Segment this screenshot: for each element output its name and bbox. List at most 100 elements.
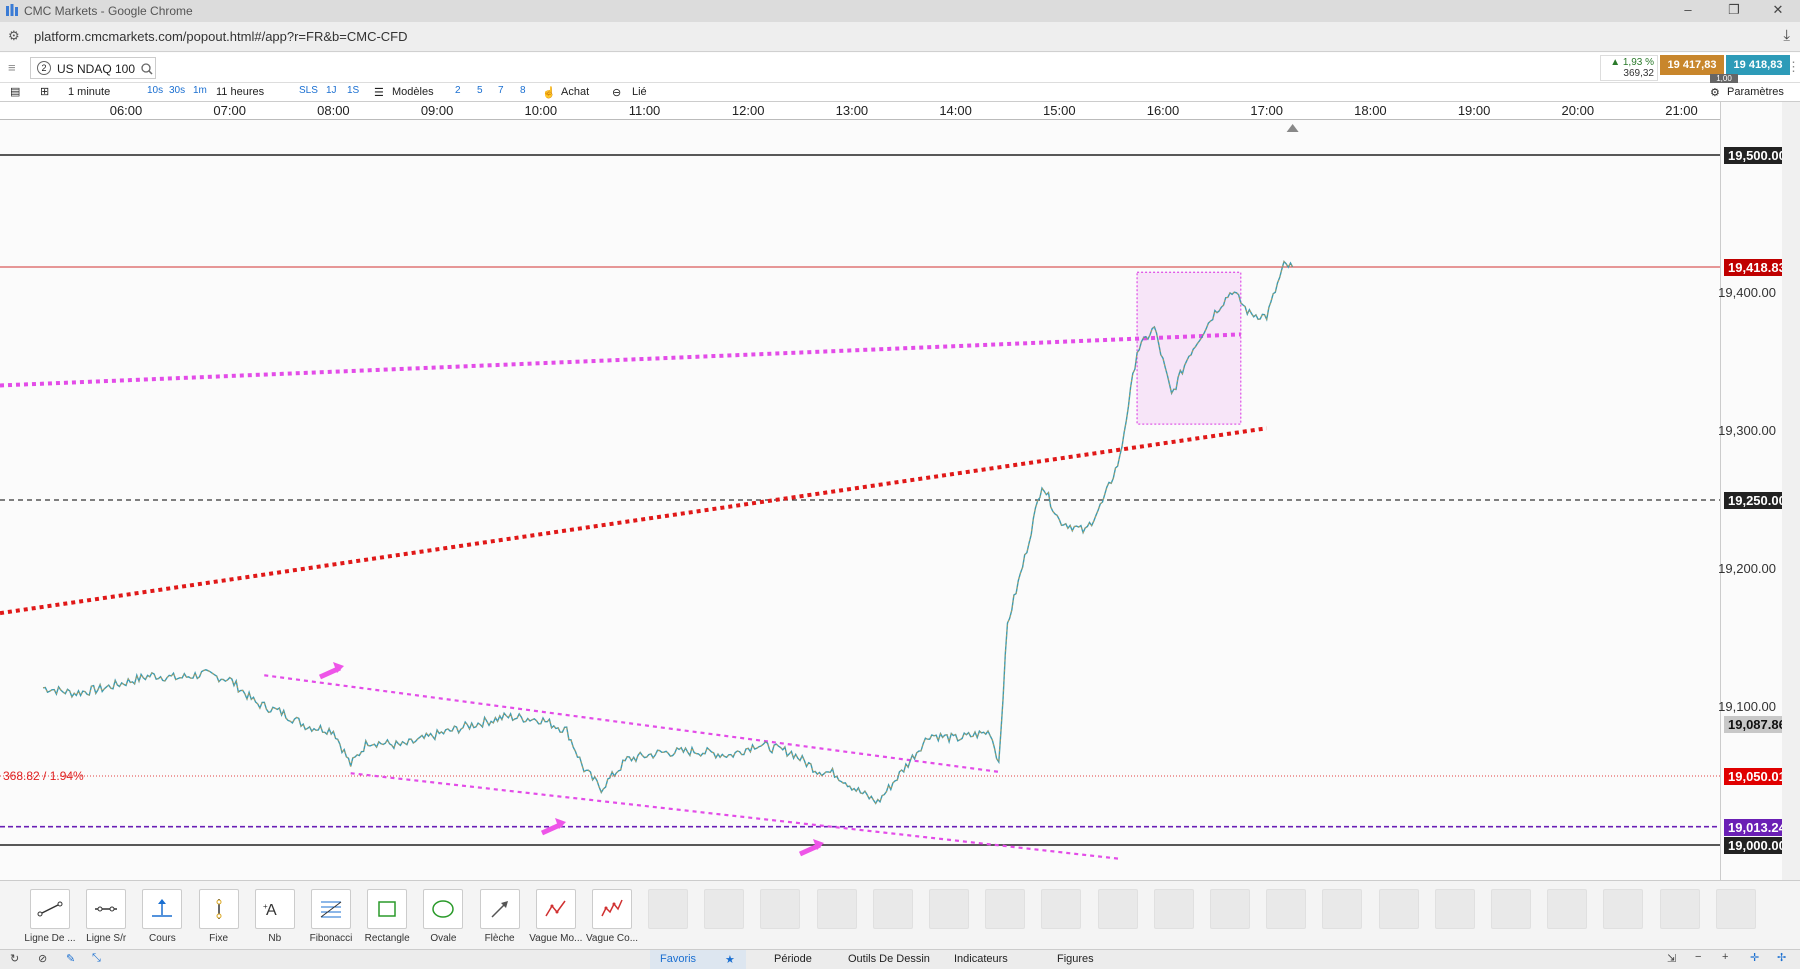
empty-tool-slot[interactable] xyxy=(985,889,1026,929)
vertical-scrollbar[interactable] xyxy=(1782,102,1800,880)
tool-fibonacci-button[interactable] xyxy=(311,889,351,929)
tool-trendline-button[interactable] xyxy=(30,889,70,929)
seg-7[interactable]: 7 xyxy=(498,85,504,96)
annotation-arrow-2[interactable] xyxy=(540,818,566,836)
price-badge: 19,013.24 xyxy=(1724,818,1790,836)
star-icon[interactable]: ★ xyxy=(725,953,735,966)
empty-tool-slot[interactable] xyxy=(760,889,801,929)
seg-1s[interactable]: 1S xyxy=(347,85,359,96)
magenta-channel-line[interactable] xyxy=(0,332,1241,388)
linked-button[interactable]: Lié xyxy=(632,86,647,98)
seg-1m[interactable]: 1m xyxy=(193,85,207,96)
seg-30s[interactable]: 30s xyxy=(169,85,185,96)
zoom-in-icon[interactable]: + xyxy=(1722,951,1728,963)
empty-tool-slot[interactable] xyxy=(872,889,913,929)
tool-price-button[interactable] xyxy=(142,889,183,929)
menu-icon[interactable]: ≡ xyxy=(8,60,16,75)
empty-tool-slot[interactable] xyxy=(1153,889,1194,929)
empty-tool-slot[interactable] xyxy=(1266,889,1307,929)
seg-10s[interactable]: 10s xyxy=(147,85,163,96)
tool-text-button[interactable]: A + xyxy=(254,889,295,929)
list-icon[interactable]: ▤ xyxy=(10,85,20,98)
empty-tool-slot[interactable] xyxy=(1603,889,1644,929)
price-chart[interactable]: 368.82 / 1.94% xyxy=(0,120,1720,880)
empty-tool-slot[interactable] xyxy=(929,889,969,929)
seg-8[interactable]: 8 xyxy=(520,85,526,96)
tool-oval-button[interactable] xyxy=(423,889,464,929)
span-select[interactable]: 11 heures xyxy=(216,86,264,98)
pencil-icon[interactable]: ✎ xyxy=(66,952,75,965)
seg-2[interactable]: 2 xyxy=(455,85,461,96)
interval-select[interactable]: 1 minute xyxy=(68,86,110,98)
empty-tool-slot[interactable] xyxy=(1659,889,1700,929)
cursor-icon[interactable]: ⤡ xyxy=(92,952,101,965)
empty-tool-slot[interactable] xyxy=(1547,889,1588,929)
buy-price-button[interactable]: 19 418,83 xyxy=(1726,55,1790,75)
restore-button[interactable]: ❐ xyxy=(1714,2,1754,20)
tool-wave2-button[interactable] xyxy=(592,889,632,929)
price-series-line[interactable] xyxy=(42,260,1294,805)
move-icon[interactable]: ✢ xyxy=(1777,951,1786,964)
tab-figures[interactable]: Figures xyxy=(1057,953,1094,965)
spread-badge: 1,00 xyxy=(1710,74,1738,83)
refresh-icon[interactable]: ↻ xyxy=(10,952,19,965)
falling-wedge-top-line[interactable] xyxy=(264,674,999,773)
close-button[interactable]: ✕ xyxy=(1758,2,1798,20)
sell-price-button[interactable]: 19 417,83 xyxy=(1660,55,1724,75)
tab-indicateurs[interactable]: Indicateurs xyxy=(954,953,1008,965)
tool-arrow-button[interactable] xyxy=(479,889,520,929)
empty-tool-slot[interactable] xyxy=(1715,889,1756,929)
url-text[interactable]: platform.cmcmarkets.com/popout.html#/app… xyxy=(34,29,408,44)
highlight-rectangle[interactable] xyxy=(1136,271,1242,425)
price-badge: 19,500.00 xyxy=(1724,147,1790,164)
cancel-icon[interactable]: ⊘ xyxy=(38,952,47,965)
time-axis-label: 06:00 xyxy=(109,103,143,118)
settings-button[interactable]: Paramètres xyxy=(1727,86,1784,98)
empty-tool-slot[interactable] xyxy=(1097,889,1138,929)
buy-button[interactable]: Achat xyxy=(561,86,589,98)
seg-1j[interactable]: 1J xyxy=(326,85,337,96)
tool-wave-button[interactable] xyxy=(535,889,576,929)
search-icon[interactable] xyxy=(141,63,153,75)
instrument-search-box[interactable]: 2 US NDAQ 100 xyxy=(30,57,156,79)
falling-wedge-bottom-line[interactable] xyxy=(350,772,1120,860)
tab-periode[interactable]: Période xyxy=(774,953,812,965)
site-info-icon[interactable]: ⚙ xyxy=(8,28,26,46)
buy-hand-icon[interactable]: ☝ xyxy=(542,86,556,99)
tool-sr-line-button[interactable] xyxy=(86,889,127,929)
empty-tool-slot[interactable] xyxy=(1491,889,1531,929)
time-axis-label: 16:00 xyxy=(1146,103,1180,118)
layout-icon[interactable]: ⊞ xyxy=(40,85,49,98)
seg-sls[interactable]: SLS xyxy=(299,85,318,96)
zoom-fit-icon[interactable]: ⇲ xyxy=(1667,952,1676,965)
tab-favoris[interactable]: Favoris xyxy=(660,953,696,965)
models-button[interactable]: Modèles xyxy=(392,86,434,98)
time-marker-icon[interactable] xyxy=(1286,124,1299,132)
empty-tool-slot[interactable] xyxy=(1322,889,1363,929)
seg-5[interactable]: 5 xyxy=(477,85,483,96)
chart-area[interactable]: 368.82 / 1.94% xyxy=(0,120,1720,880)
download-icon[interactable]: ⤓ xyxy=(1783,27,1790,44)
link-icon[interactable]: ⊖ xyxy=(612,86,621,99)
empty-tool-slot[interactable] xyxy=(1041,889,1082,929)
crosshair-icon[interactable]: ✛ xyxy=(1750,951,1759,964)
annotation-arrow-1[interactable] xyxy=(318,662,344,680)
models-icon[interactable]: ☰ xyxy=(374,86,384,99)
tab-outils[interactable]: Outils De Dessin xyxy=(848,953,930,965)
minimize-button[interactable]: – xyxy=(1668,2,1708,20)
empty-tool-slot[interactable] xyxy=(648,889,688,929)
tool-fixed-button[interactable] xyxy=(198,889,239,929)
empty-tool-slot[interactable] xyxy=(1210,889,1250,929)
empty-tool-slot[interactable] xyxy=(1378,889,1419,929)
more-vertical-icon[interactable]: ⋮ xyxy=(1787,59,1800,75)
cmc-logo-icon xyxy=(6,4,18,16)
settings-icon[interactable]: ⚙ xyxy=(1710,86,1720,99)
annotation-arrow-3[interactable] xyxy=(798,839,824,857)
empty-tool-slot[interactable] xyxy=(816,889,857,929)
tool-rectangle-button[interactable] xyxy=(367,889,408,929)
empty-tool-slot[interactable] xyxy=(1434,889,1475,929)
red-trend-line[interactable] xyxy=(0,426,1267,616)
empty-tool-slot[interactable] xyxy=(704,889,745,929)
zoom-out-icon[interactable]: − xyxy=(1695,951,1701,963)
wave2-icon xyxy=(599,890,625,925)
